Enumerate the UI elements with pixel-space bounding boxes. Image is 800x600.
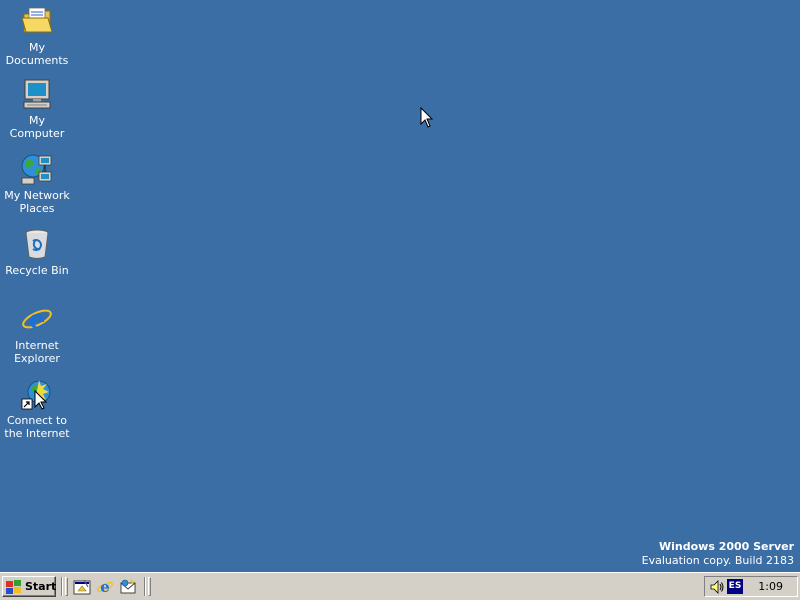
folder-documents-icon <box>20 4 54 38</box>
start-button[interactable]: Start <box>2 576 56 597</box>
desktop-icon-my-network-places[interactable]: My Network Places <box>0 152 74 215</box>
windows-logo-icon <box>6 579 22 594</box>
recycle-bin-icon <box>20 227 54 261</box>
computer-icon <box>20 77 54 111</box>
desktop-icon-connect-to-the-internet[interactable]: Connect to the Internet <box>0 377 74 440</box>
desktop-icon-label: Recycle Bin <box>5 264 69 277</box>
desktop-icon-label: My Network Places <box>4 189 70 215</box>
taskbar: Start e ES 1:09 <box>0 572 800 600</box>
svg-text:e: e <box>29 305 46 335</box>
desktop-icon-my-documents[interactable]: My Documents <box>0 4 74 67</box>
system-tray: ES 1:09 <box>704 576 798 597</box>
volume-icon[interactable] <box>709 579 725 595</box>
quick-launch-grip[interactable] <box>65 577 68 596</box>
desktop-icon-label: Internet Explorer <box>14 339 60 365</box>
language-indicator[interactable]: ES <box>727 579 743 594</box>
os-edition-text: Windows 2000 Server <box>658 540 794 553</box>
mouse-pointer-icon <box>420 106 434 129</box>
taskbar-separator <box>61 577 63 596</box>
network-icon <box>20 152 54 186</box>
start-button-label: Start <box>25 580 57 593</box>
desktop-icon-label: My Computer <box>9 114 65 140</box>
connect-internet-icon <box>20 377 54 411</box>
build-info-text: Evaluation copy. Build 2183 <box>641 554 794 567</box>
internet-explorer-icon[interactable]: e <box>96 578 114 596</box>
desktop[interactable]: My Documents My Computer My Network Plac… <box>0 0 800 572</box>
os-version-watermark: Windows 2000 Server Evaluation copy. Bui… <box>642 540 794 568</box>
task-area-grip[interactable] <box>148 577 151 596</box>
clock[interactable]: 1:09 <box>758 580 783 593</box>
desktop-icon-my-computer[interactable]: My Computer <box>0 77 74 140</box>
outlook-express-icon[interactable] <box>119 578 137 596</box>
desktop-icon-internet-explorer[interactable]: e Internet Explorer <box>0 302 74 365</box>
internet-explorer-icon: e <box>20 302 54 336</box>
svg-text:e: e <box>100 578 110 596</box>
desktop-icon-label: Connect to the Internet <box>4 414 70 440</box>
desktop-icon-recycle-bin[interactable]: Recycle Bin <box>0 227 74 277</box>
desktop-icon-label: My Documents <box>5 41 69 67</box>
taskbar-separator <box>144 577 146 596</box>
show-desktop-icon[interactable] <box>73 578 91 596</box>
